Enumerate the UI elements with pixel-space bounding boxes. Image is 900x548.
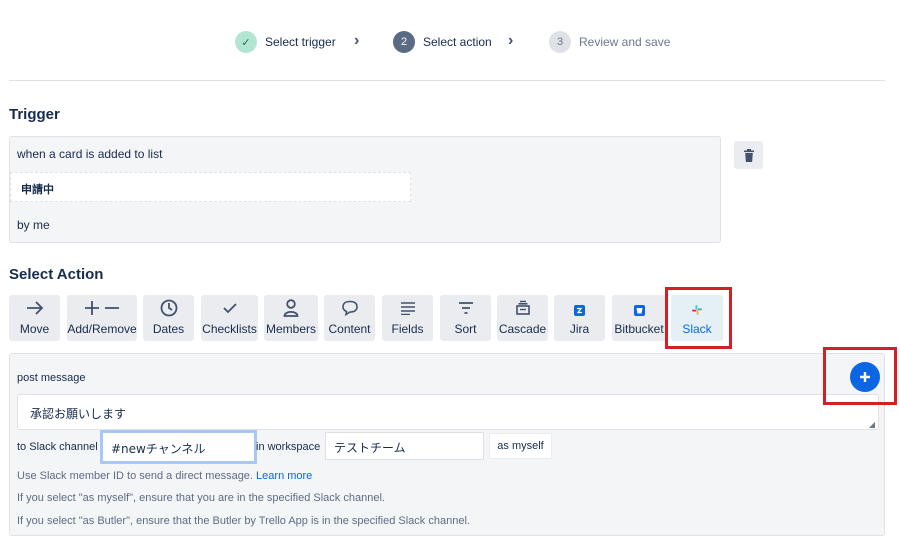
resize-grip-icon[interactable]: ◢ — [869, 420, 875, 429]
help-as-myself: If you select "as myself", ensure that y… — [17, 492, 385, 504]
slack-channel-input[interactable]: #newチャンネル — [100, 430, 257, 464]
tab-sort[interactable]: Sort — [440, 295, 491, 341]
trigger-condition-text: when a card is added to list — [17, 147, 163, 161]
tab-label: Jira — [569, 322, 590, 336]
check-icon: ✓ — [235, 31, 257, 53]
tab-add-remove[interactable]: Add/Remove — [67, 295, 137, 341]
step-label: Select action — [423, 35, 492, 49]
tab-move[interactable]: Move — [9, 295, 60, 341]
delete-trigger-button[interactable] — [734, 141, 763, 169]
clock-icon — [160, 298, 178, 318]
tab-label: Bitbucket — [614, 322, 664, 336]
tab-dates[interactable]: Dates — [143, 295, 194, 341]
learn-more-link[interactable]: Learn more — [256, 470, 312, 482]
help-text: Use Slack member ID to send a direct mes… — [17, 470, 253, 482]
step-select-action[interactable]: 2 Select action — [393, 30, 492, 54]
arrow-right-icon — [26, 298, 44, 318]
step-review-and-save[interactable]: 3 Review and save — [549, 30, 670, 54]
channel-row: to Slack channel #newチャンネル in workspace … — [17, 430, 877, 464]
channel-label: to Slack channel — [17, 441, 98, 453]
post-message-label: post message — [17, 372, 86, 384]
tab-checklists[interactable]: Checklists — [201, 295, 258, 341]
tab-members[interactable]: Members — [264, 295, 318, 341]
tab-label: Sort — [454, 322, 477, 336]
stepper: ✓ Select trigger › 2 Select action › 3 R… — [0, 30, 900, 54]
tab-label: Dates — [152, 322, 185, 336]
trash-icon — [743, 148, 754, 162]
tab-fields[interactable]: Fields — [382, 295, 433, 341]
help-as-butler: If you select "as Butler", ensure that t… — [17, 515, 470, 527]
slack-action-panel: post message 承認お願いします ◢ to Slack channel… — [9, 353, 885, 536]
tab-content[interactable]: Content — [324, 295, 375, 341]
trigger-actor-text: by me — [17, 218, 50, 232]
help-direct-message: Use Slack member ID to send a direct mes… — [17, 470, 312, 482]
speech-bubble-icon — [341, 298, 359, 318]
step-number: 3 — [549, 31, 571, 53]
tab-label: Add/Remove — [67, 322, 137, 336]
highlight-box — [823, 347, 897, 405]
jira-icon — [574, 300, 585, 320]
trigger-list-name[interactable]: 申請中 — [10, 172, 411, 202]
message-input[interactable]: 承認お願いします — [17, 394, 879, 430]
tab-label: Members — [265, 322, 316, 336]
tab-jira[interactable]: Jira — [554, 295, 605, 341]
check-icon — [222, 298, 237, 318]
lines-icon — [400, 298, 416, 318]
stack-icon — [515, 298, 531, 318]
step-label: Review and save — [579, 35, 671, 49]
tab-label: Content — [328, 322, 371, 336]
filter-icon — [458, 298, 474, 318]
bitbucket-icon — [633, 300, 645, 320]
tab-label: Checklists — [202, 322, 257, 336]
trigger-title: Trigger — [9, 106, 60, 123]
chevron-right-icon: › — [354, 32, 360, 49]
workspace-input[interactable]: テストチーム — [325, 432, 484, 460]
divider — [9, 80, 885, 81]
step-number: 2 — [393, 31, 415, 53]
tab-bitbucket[interactable]: Bitbucket — [612, 295, 666, 341]
step-label: Select trigger — [265, 35, 336, 49]
person-icon — [283, 298, 299, 318]
tab-label: Move — [19, 322, 50, 336]
tab-label: Fields — [391, 322, 424, 336]
trigger-box[interactable]: when a card is added to list 申請中 by me — [9, 136, 721, 243]
plus-minus-icon — [84, 298, 120, 318]
highlight-box — [665, 287, 732, 349]
step-select-trigger[interactable]: ✓ Select trigger — [235, 30, 336, 54]
chevron-right-icon: › — [508, 32, 514, 49]
as-myself-button[interactable]: as myself — [489, 433, 552, 459]
tab-label: Cascade — [498, 322, 547, 336]
workspace-label: in workspace — [256, 441, 321, 453]
select-action-title: Select Action — [9, 266, 104, 283]
tab-cascade[interactable]: Cascade — [497, 295, 548, 341]
